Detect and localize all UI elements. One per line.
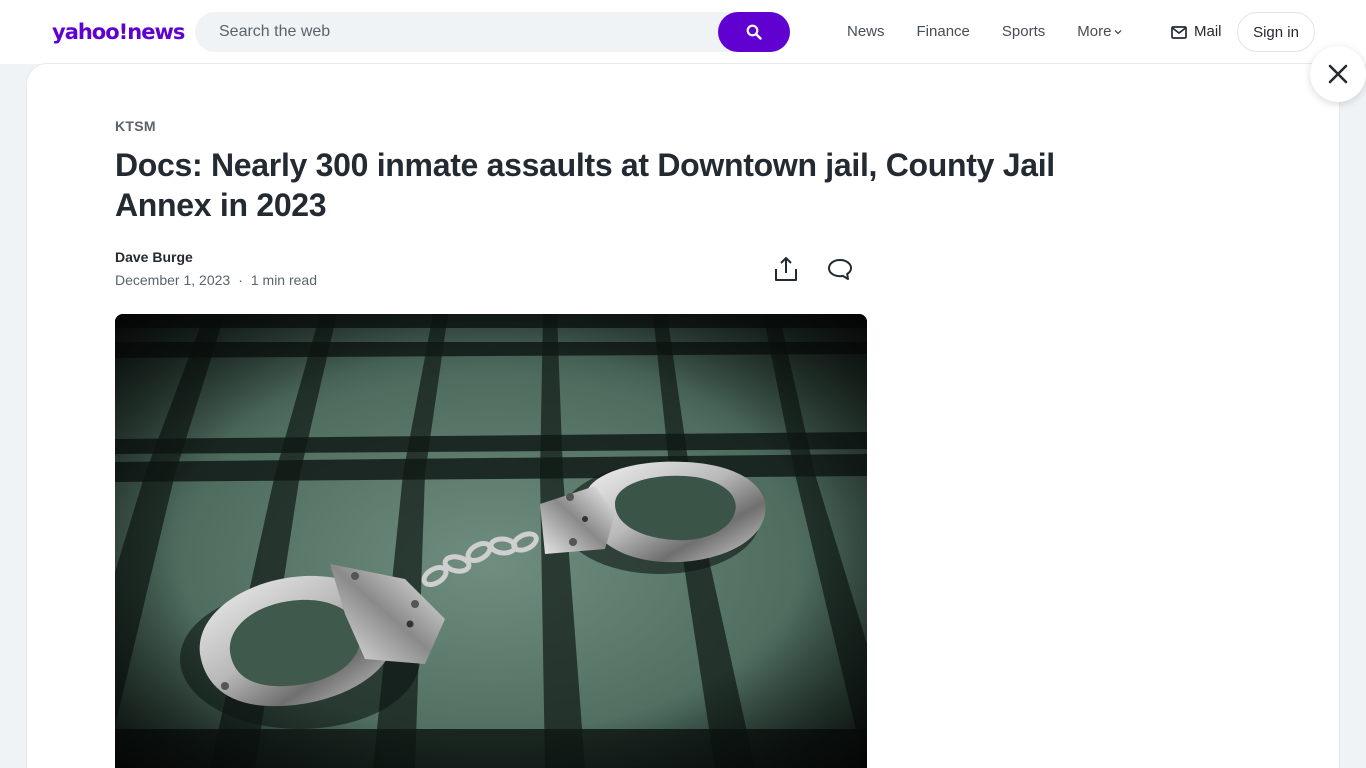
- logo-yahoo: yahoo!: [52, 20, 128, 44]
- share-icon[interactable]: [774, 256, 798, 282]
- article-title: Docs: Nearly 300 inmate assaults at Down…: [115, 147, 1055, 223]
- yahoo-news-logo[interactable]: yahoo!news: [52, 19, 185, 45]
- article-author[interactable]: Dave Burge: [115, 249, 193, 265]
- comment-icon[interactable]: [827, 258, 853, 282]
- top-nav: News Finance Sports More: [847, 22, 1154, 42]
- article-date: December 1, 2023: [115, 272, 231, 288]
- mail-icon: [1171, 25, 1187, 39]
- chevron-down-icon: [1114, 30, 1122, 35]
- meta-separator: ·: [238, 272, 243, 288]
- nav-finance[interactable]: Finance: [917, 22, 970, 42]
- search-bar: [195, 12, 790, 52]
- nav-more-label: More: [1077, 23, 1112, 40]
- article-read-time: 1 min read: [250, 272, 318, 288]
- mail-link[interactable]: Mail: [1171, 22, 1222, 42]
- close-icon: [1328, 64, 1348, 84]
- top-header: yahoo!news News Finance Sports More Mail…: [0, 0, 1366, 64]
- search-icon: [746, 24, 762, 40]
- search-button[interactable]: [718, 12, 790, 52]
- handcuffs-jail-photo: [115, 314, 867, 768]
- logo-news: news: [127, 20, 185, 44]
- sign-in-button[interactable]: Sign in: [1237, 12, 1315, 52]
- mail-label: Mail: [1194, 23, 1222, 40]
- article-provider[interactable]: KTSM: [115, 118, 156, 134]
- article-meta: December 1, 2023 · 1 min read: [115, 272, 317, 288]
- search-input[interactable]: [195, 12, 715, 52]
- nav-more[interactable]: More: [1077, 22, 1122, 42]
- nav-news[interactable]: News: [847, 22, 885, 42]
- article-hero-image[interactable]: [115, 314, 867, 768]
- close-button[interactable]: [1310, 46, 1366, 102]
- nav-sports[interactable]: Sports: [1002, 22, 1045, 42]
